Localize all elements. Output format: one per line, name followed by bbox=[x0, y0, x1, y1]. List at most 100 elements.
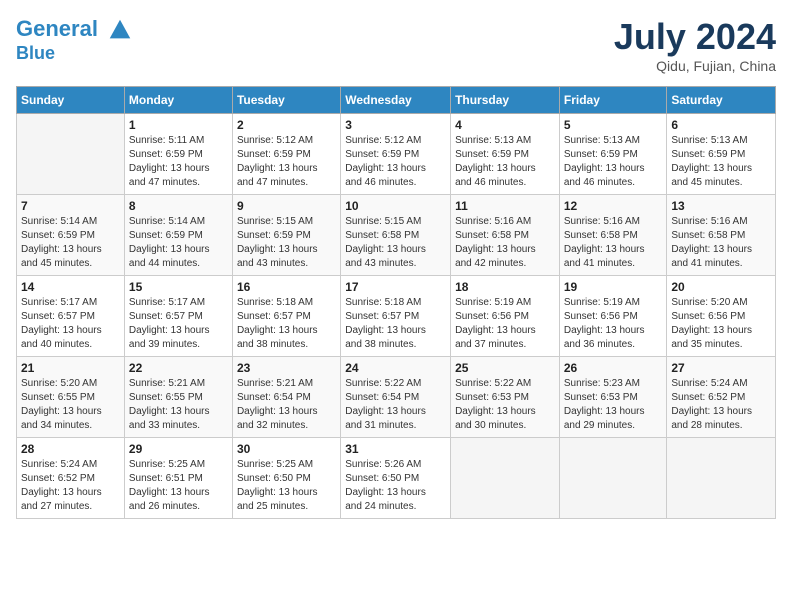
col-header-monday: Monday bbox=[124, 87, 232, 114]
week-row-3: 14 Sunrise: 5:17 AM Sunset: 6:57 PM Dayli… bbox=[17, 276, 776, 357]
calendar-cell: 28Sunrise: 5:24 AM Sunset: 6:52 PM Dayli… bbox=[17, 438, 125, 519]
day-number: 19 bbox=[564, 280, 663, 294]
day-number: 5 bbox=[564, 118, 663, 132]
day-number: 4 bbox=[455, 118, 555, 132]
day-number: 3 bbox=[345, 118, 446, 132]
day-info: Sunrise: 5:14 AM Sunset: 6:59 PM Dayligh… bbox=[129, 215, 228, 271]
day-number: 16 bbox=[237, 280, 336, 294]
calendar-cell: 14 Sunrise: 5:17 AM Sunset: 6:57 PM Dayli… bbox=[17, 276, 125, 357]
calendar-cell: 25Sunrise: 5:22 AM Sunset: 6:53 PM Dayli… bbox=[451, 357, 560, 438]
day-info: Sunrise: 5:23 AM Sunset: 6:53 PM Dayligh… bbox=[564, 377, 663, 433]
calendar-cell: 13Sunrise: 5:16 AM Sunset: 6:58 PM Dayli… bbox=[667, 195, 776, 276]
calendar-cell: 19 Sunrise: 5:19 AM Sunset: 6:56 PM Dayli… bbox=[559, 276, 667, 357]
calendar-table: SundayMondayTuesdayWednesdayThursdayFrid… bbox=[16, 86, 776, 519]
day-info: Sunrise: 5:11 AM Sunset: 6:59 PM Dayligh… bbox=[129, 134, 228, 190]
day-number: 2 bbox=[237, 118, 336, 132]
day-number: 11 bbox=[455, 199, 555, 213]
calendar-cell: 4 Sunrise: 5:13 AM Sunset: 6:59 PM Daylig… bbox=[451, 114, 560, 195]
col-header-thursday: Thursday bbox=[451, 87, 560, 114]
calendar-cell: 30 Sunrise: 5:25 AM Sunset: 6:50 PM Dayli… bbox=[232, 438, 340, 519]
day-info: Sunrise: 5:18 AM Sunset: 6:57 PM Dayligh… bbox=[237, 296, 336, 352]
day-info: Sunrise: 5:14 AM Sunset: 6:59 PM Dayligh… bbox=[21, 215, 120, 271]
day-info: Sunrise: 5:25 AM Sunset: 6:50 PM Dayligh… bbox=[237, 458, 336, 514]
day-number: 22 bbox=[129, 361, 228, 375]
day-info: Sunrise: 5:22 AM Sunset: 6:54 PM Dayligh… bbox=[345, 377, 446, 433]
day-info: Sunrise: 5:16 AM Sunset: 6:58 PM Dayligh… bbox=[564, 215, 663, 271]
col-header-tuesday: Tuesday bbox=[232, 87, 340, 114]
calendar-cell: 9 Sunrise: 5:15 AM Sunset: 6:59 PM Daylig… bbox=[232, 195, 340, 276]
calendar-cell bbox=[451, 438, 560, 519]
day-info: Sunrise: 5:17 AM Sunset: 6:57 PM Dayligh… bbox=[21, 296, 120, 352]
day-number: 29 bbox=[129, 442, 228, 456]
day-number: 21 bbox=[21, 361, 120, 375]
day-number: 31 bbox=[345, 442, 446, 456]
calendar-cell: 2 Sunrise: 5:12 AM Sunset: 6:59 PM Daylig… bbox=[232, 114, 340, 195]
day-info: Sunrise: 5:21 AM Sunset: 6:54 PM Dayligh… bbox=[237, 377, 336, 433]
day-number: 24 bbox=[345, 361, 446, 375]
day-number: 10 bbox=[345, 199, 446, 213]
calendar-cell: 18 Sunrise: 5:19 AM Sunset: 6:56 PM Dayli… bbox=[451, 276, 560, 357]
day-number: 23 bbox=[237, 361, 336, 375]
day-info: Sunrise: 5:12 AM Sunset: 6:59 PM Dayligh… bbox=[237, 134, 336, 190]
week-row-5: 28Sunrise: 5:24 AM Sunset: 6:52 PM Dayli… bbox=[17, 438, 776, 519]
day-info: Sunrise: 5:24 AM Sunset: 6:52 PM Dayligh… bbox=[671, 377, 771, 433]
page-header: General Blue July 2024 Qidu, Fujian, Chi… bbox=[16, 16, 776, 74]
calendar-cell: 23 Sunrise: 5:21 AM Sunset: 6:54 PM Dayli… bbox=[232, 357, 340, 438]
calendar-cell: 26 Sunrise: 5:23 AM Sunset: 6:53 PM Dayli… bbox=[559, 357, 667, 438]
day-info: Sunrise: 5:21 AM Sunset: 6:55 PM Dayligh… bbox=[129, 377, 228, 433]
day-info: Sunrise: 5:20 AM Sunset: 6:55 PM Dayligh… bbox=[21, 377, 120, 433]
day-info: Sunrise: 5:20 AM Sunset: 6:56 PM Dayligh… bbox=[671, 296, 771, 352]
calendar-cell: 7 Sunrise: 5:14 AM Sunset: 6:59 PM Daylig… bbox=[17, 195, 125, 276]
day-number: 27 bbox=[671, 361, 771, 375]
calendar-cell: 10Sunrise: 5:15 AM Sunset: 6:58 PM Dayli… bbox=[341, 195, 451, 276]
day-number: 26 bbox=[564, 361, 663, 375]
day-info: Sunrise: 5:16 AM Sunset: 6:58 PM Dayligh… bbox=[671, 215, 771, 271]
col-header-wednesday: Wednesday bbox=[341, 87, 451, 114]
calendar-cell: 16 Sunrise: 5:18 AM Sunset: 6:57 PM Dayli… bbox=[232, 276, 340, 357]
calendar-cell: 17 Sunrise: 5:18 AM Sunset: 6:57 PM Dayli… bbox=[341, 276, 451, 357]
col-header-sunday: Sunday bbox=[17, 87, 125, 114]
day-info: Sunrise: 5:13 AM Sunset: 6:59 PM Dayligh… bbox=[455, 134, 555, 190]
col-header-friday: Friday bbox=[559, 87, 667, 114]
day-number: 17 bbox=[345, 280, 446, 294]
day-info: Sunrise: 5:26 AM Sunset: 6:50 PM Dayligh… bbox=[345, 458, 446, 514]
logo-blue: Blue bbox=[16, 44, 134, 64]
calendar-cell bbox=[17, 114, 125, 195]
day-info: Sunrise: 5:19 AM Sunset: 6:56 PM Dayligh… bbox=[564, 296, 663, 352]
calendar-cell: 12Sunrise: 5:16 AM Sunset: 6:58 PM Dayli… bbox=[559, 195, 667, 276]
day-number: 15 bbox=[129, 280, 228, 294]
calendar-cell: 3Sunrise: 5:12 AM Sunset: 6:59 PM Daylig… bbox=[341, 114, 451, 195]
calendar-cell: 31 Sunrise: 5:26 AM Sunset: 6:50 PM Dayli… bbox=[341, 438, 451, 519]
week-row-1: 1 Sunrise: 5:11 AM Sunset: 6:59 PM Daylig… bbox=[17, 114, 776, 195]
calendar-cell: 6Sunrise: 5:13 AM Sunset: 6:59 PM Daylig… bbox=[667, 114, 776, 195]
day-number: 1 bbox=[129, 118, 228, 132]
day-info: Sunrise: 5:15 AM Sunset: 6:59 PM Dayligh… bbox=[237, 215, 336, 271]
day-number: 7 bbox=[21, 199, 120, 213]
day-info: Sunrise: 5:17 AM Sunset: 6:57 PM Dayligh… bbox=[129, 296, 228, 352]
calendar-cell bbox=[667, 438, 776, 519]
week-row-2: 7 Sunrise: 5:14 AM Sunset: 6:59 PM Daylig… bbox=[17, 195, 776, 276]
calendar-cell: 8 Sunrise: 5:14 AM Sunset: 6:59 PM Daylig… bbox=[124, 195, 232, 276]
month-title: July 2024 bbox=[614, 16, 776, 58]
day-info: Sunrise: 5:18 AM Sunset: 6:57 PM Dayligh… bbox=[345, 296, 446, 352]
day-number: 6 bbox=[671, 118, 771, 132]
calendar-cell bbox=[559, 438, 667, 519]
calendar-cell: 11Sunrise: 5:16 AM Sunset: 6:58 PM Dayli… bbox=[451, 195, 560, 276]
calendar-cell: 27 Sunrise: 5:24 AM Sunset: 6:52 PM Dayli… bbox=[667, 357, 776, 438]
calendar-cell: 29 Sunrise: 5:25 AM Sunset: 6:51 PM Dayli… bbox=[124, 438, 232, 519]
logo: General Blue bbox=[16, 16, 134, 64]
day-info: Sunrise: 5:25 AM Sunset: 6:51 PM Dayligh… bbox=[129, 458, 228, 514]
week-row-4: 21 Sunrise: 5:20 AM Sunset: 6:55 PM Dayli… bbox=[17, 357, 776, 438]
calendar-header: SundayMondayTuesdayWednesdayThursdayFrid… bbox=[17, 87, 776, 114]
day-number: 9 bbox=[237, 199, 336, 213]
day-number: 8 bbox=[129, 199, 228, 213]
day-number: 25 bbox=[455, 361, 555, 375]
calendar-cell: 21 Sunrise: 5:20 AM Sunset: 6:55 PM Dayli… bbox=[17, 357, 125, 438]
day-number: 18 bbox=[455, 280, 555, 294]
day-number: 14 bbox=[21, 280, 120, 294]
day-info: Sunrise: 5:19 AM Sunset: 6:56 PM Dayligh… bbox=[455, 296, 555, 352]
day-info: Sunrise: 5:13 AM Sunset: 6:59 PM Dayligh… bbox=[564, 134, 663, 190]
day-number: 30 bbox=[237, 442, 336, 456]
title-block: July 2024 Qidu, Fujian, China bbox=[614, 16, 776, 74]
calendar-cell: 15 Sunrise: 5:17 AM Sunset: 6:57 PM Dayli… bbox=[124, 276, 232, 357]
